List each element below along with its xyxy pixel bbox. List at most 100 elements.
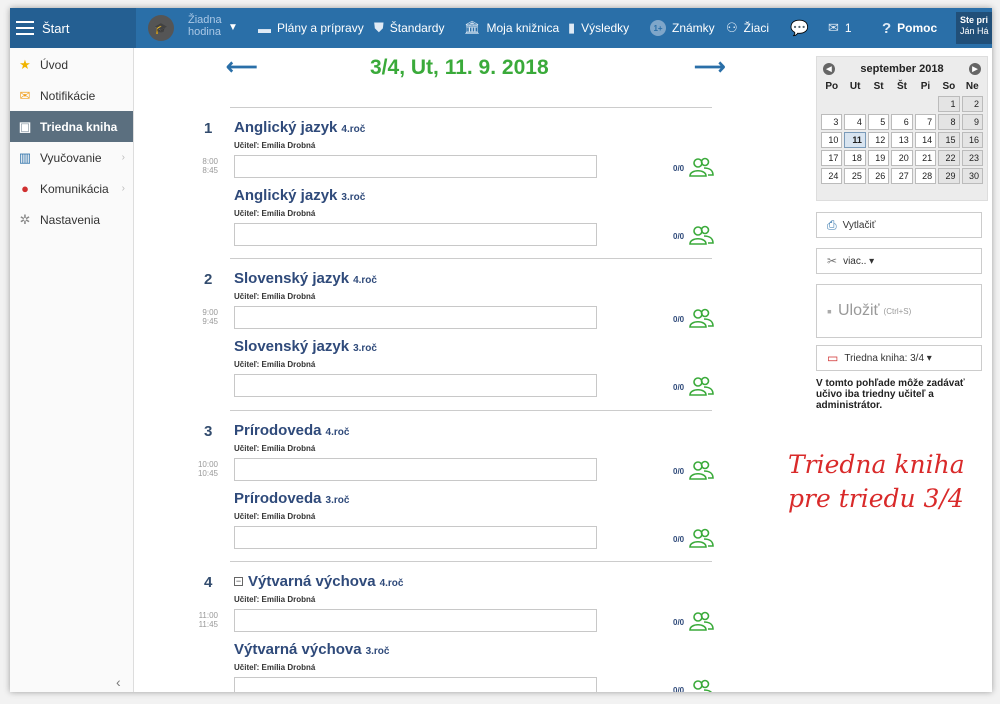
calendar-day[interactable]: 12 [867,132,890,148]
help-button[interactable]: ? Pomoc [882,8,937,48]
subject-name: Výtvarná výchova [248,573,376,590]
nav-znamky[interactable]: 1+ Známky [650,8,715,48]
sidebar-item-notifikacie[interactable]: ✉ Notifikácie [10,80,133,111]
calendar-day[interactable]: 27 [891,168,913,184]
nav-znamky-label: Známky [672,21,715,35]
sidebar-item-vyucovanie[interactable]: ▥ Vyučovanie › [10,142,133,173]
calendar-day[interactable]: 5 [867,114,890,130]
sidebar-item-komunikacia[interactable]: ● Komunikácia › [10,173,133,204]
attendance-people-icon[interactable] [687,611,715,631]
calendar-day[interactable]: 22 [938,150,960,166]
nav-plany[interactable]: ▬ Plány a prípravy [258,8,364,48]
subject-name: Slovenský jazyk [234,338,350,355]
lesson-topic-input[interactable] [234,223,597,246]
start-menu-button[interactable]: Štart [10,8,136,48]
calendar-day[interactable]: 20 [891,150,913,166]
calendar-day[interactable]: 3 [821,114,843,130]
period-divider [230,258,712,259]
more-button[interactable]: ✂ viac.. ▾ [816,248,982,274]
calendar-day[interactable]: 23 [961,150,983,166]
attendance-count: 0/0 [673,618,685,627]
period-time: 11:00 11:45 [188,611,218,629]
subject-name: Výtvarná výchova [234,641,362,658]
calendar-day[interactable]: 29 [938,168,960,184]
lesson-topic-input[interactable] [234,609,597,632]
calendar-day[interactable]: 15 [938,132,960,148]
sidebar-item-triedna-kniha[interactable]: ▣ Triedna kniha [10,111,133,142]
calendar-next-icon[interactable]: ▶ [968,63,981,75]
nav-vysledky[interactable]: ▮ Výsledky [568,8,629,48]
calendar-day[interactable]: 17 [821,150,843,166]
calendar-day[interactable]: 30 [961,168,983,184]
calendar-day[interactable]: 19 [867,150,890,166]
sidebar-item-label: Nastavenia [40,212,101,227]
attendance-people-icon[interactable] [687,528,715,548]
attendance-people-icon[interactable] [687,460,715,480]
period-number: 1 [204,120,213,137]
collapse-icon[interactable]: − [234,577,243,586]
lesson-topic-input[interactable] [234,458,597,481]
sidebar-item-nastavenia[interactable]: ✲ Nastavenia [10,204,133,235]
caret-down-icon[interactable]: ▼ [228,22,238,33]
calendar-weekday: Pi [920,81,931,92]
calendar-day[interactable]: 26 [867,168,890,184]
print-button[interactable]: ⎙ Vytlačiť [816,212,982,238]
attendance-people-icon[interactable] [687,679,715,692]
collapse-sidebar-button[interactable]: ‹ [116,674,121,690]
attendance-people-icon[interactable] [687,225,715,245]
calendar-day[interactable]: 21 [914,150,937,166]
app-window: Štart 🎓 Žiadna hodina ▼ ▬ Plány a prípra… [10,8,992,692]
lesson-topic-input[interactable] [234,306,597,329]
calendar-day[interactable]: 7 [914,114,937,130]
nav-standardy[interactable]: ⛊ Štandardy [374,8,444,48]
calendar-day[interactable]: 10 [821,132,843,148]
attendance-people-icon[interactable] [687,157,715,177]
calendar-weekday: Ut [849,81,861,92]
more-label: viac.. ▾ [843,255,875,267]
next-day-arrow-icon[interactable]: ⟶ [694,54,726,80]
calendar-day[interactable]: 16 [961,132,983,148]
calendar-day[interactable]: 11 [844,132,866,148]
calendar-day[interactable]: 18 [844,150,866,166]
book-icon: ▣ [18,118,32,134]
save-button[interactable]: ▪ Uložiť (Ctrl+S) [816,284,982,338]
user-info[interactable]: Ste pri Ján Há [956,12,992,44]
calendar-day[interactable]: 14 [914,132,937,148]
chat-button[interactable]: 💬 [790,8,815,48]
messages-button[interactable]: ✉ 1 [828,8,852,48]
graduation-cap-icon[interactable]: 🎓 [148,15,174,41]
envelope-icon: ✉ [828,20,839,35]
lesson-subject: Prírodoveda 4.roč [234,422,349,439]
tools-icon: ✂ [827,254,838,268]
calendar-day[interactable]: 24 [821,168,843,184]
lesson-topic-input[interactable] [234,677,597,692]
calendar-day[interactable]: 28 [914,168,937,184]
attendance-people-icon[interactable] [687,308,715,328]
period-number: 2 [204,271,213,288]
calendar-day[interactable]: 25 [844,168,866,184]
attendance-count: 0/0 [673,232,685,241]
calendar-prev-icon[interactable]: ◀ [823,63,835,75]
calendar-day[interactable]: 8 [938,114,960,130]
nav-vysledky-label: Výsledky [581,21,630,35]
sidebar-item-uvod[interactable]: ★ Úvod [10,49,133,80]
lesson-topic-input[interactable] [234,374,597,397]
nav-ziaci[interactable]: ⚇ Žiaci [726,8,769,48]
calendar-day[interactable]: 2 [961,96,983,112]
lesson-topic-input[interactable] [234,526,597,549]
class-book-select[interactable]: ▭ Triedna kniha: 3/4 ▾ [816,345,982,371]
calendar-day[interactable]: 1 [938,96,960,112]
subject-grade: 3.roč [365,646,390,657]
nav-kniznica[interactable]: 🏛 Moja knižnica [464,8,559,48]
calendar-day[interactable]: 6 [891,114,913,130]
period-end: 11:45 [198,620,218,629]
prev-day-arrow-icon[interactable]: ⟵ [226,54,258,80]
calendar-day[interactable]: 13 [891,132,913,148]
hour-selector[interactable]: Žiadna hodina [188,14,222,38]
attendance-people-icon[interactable] [687,376,715,396]
calendar-day[interactable]: 9 [961,114,983,130]
hour-label-line2: hodina [188,26,222,38]
lesson-topic-input[interactable] [234,155,597,178]
calendar-day[interactable]: 4 [844,114,866,130]
hour-label-line1: Žiadna [188,14,222,26]
